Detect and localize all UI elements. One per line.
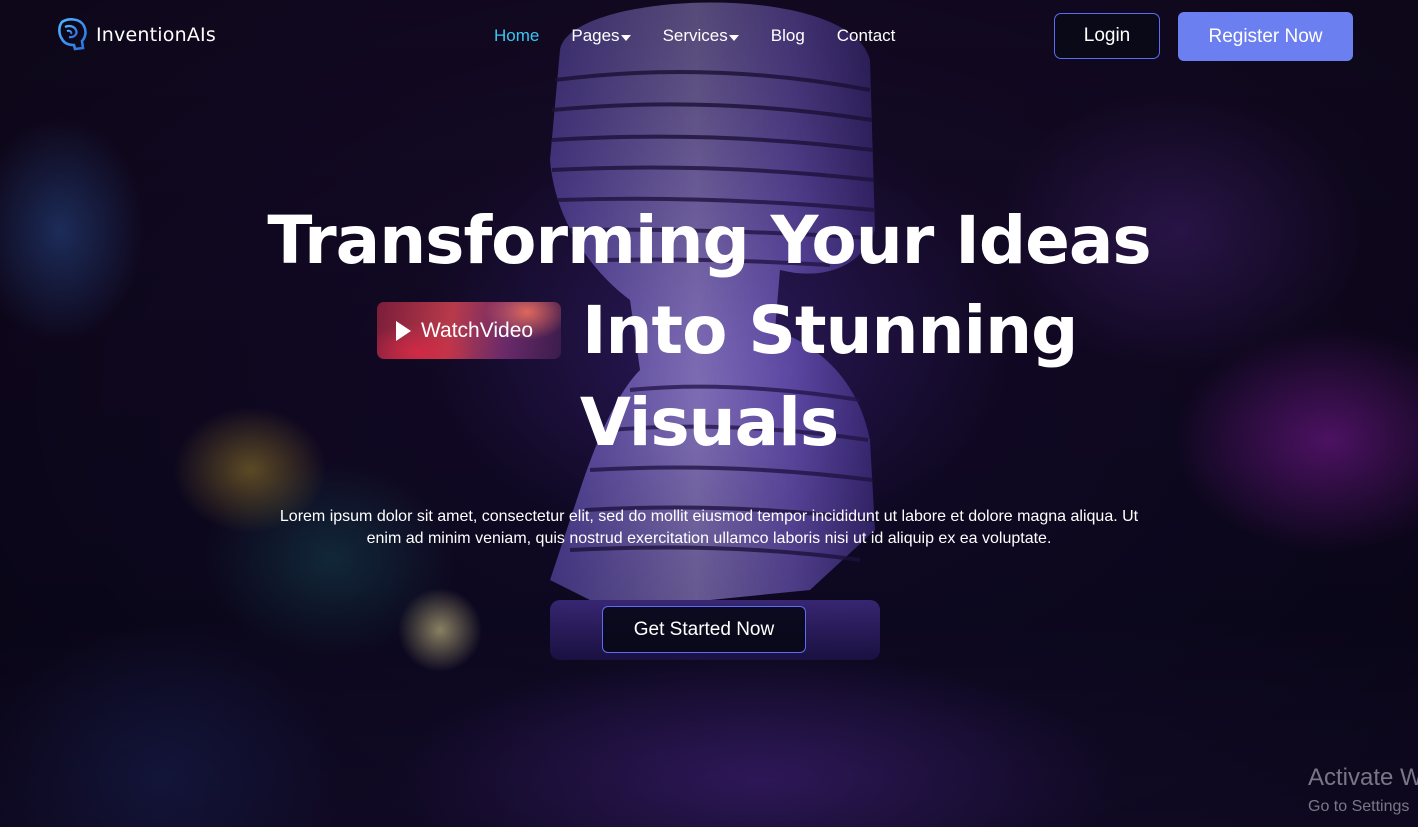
hero-title-line-1: Transforming Your Ideas: [267, 202, 1151, 279]
nav-item-services[interactable]: Services: [663, 26, 739, 46]
watch-video-label: WatchVideo: [421, 318, 534, 342]
play-icon: [396, 320, 411, 341]
hero-title-line-3: Visuals: [579, 384, 839, 461]
watermark-line-2: Go to Settings: [1308, 798, 1410, 815]
register-button[interactable]: Register Now: [1178, 12, 1353, 61]
brand-name: InventionAIs: [96, 24, 216, 46]
nav-item-home[interactable]: Home: [494, 26, 539, 46]
site-header: InventionAIs Home Pages Services Blog Co…: [0, 0, 1418, 74]
nav-item-label: Blog: [770, 26, 805, 45]
watermark-line-1: Activate W: [1308, 764, 1418, 791]
caret-down-icon: [620, 34, 631, 41]
login-button[interactable]: Login: [1054, 13, 1160, 59]
nav-item-blog[interactable]: Blog: [771, 26, 805, 46]
nav-item-label: Home: [494, 26, 540, 45]
nav-item-label: Services: [662, 26, 728, 45]
caret-down-icon: [728, 34, 739, 41]
nav-item-label: Contact: [836, 26, 896, 45]
hero-title-line-2: Into Stunning: [582, 292, 1078, 369]
windows-activation-watermark: Activate W Go to Settings: [1308, 764, 1418, 822]
nav-item-contact[interactable]: Contact: [837, 26, 896, 46]
get-started-button[interactable]: Get Started Now: [602, 606, 806, 653]
landing-page: InventionAIs Home Pages Services Blog Co…: [0, 0, 1418, 827]
watch-video-button[interactable]: WatchVideo: [377, 302, 561, 359]
brand-logo[interactable]: InventionAIs: [56, 18, 216, 52]
nav-item-pages[interactable]: Pages: [571, 26, 631, 46]
hero-description: Lorem ipsum dolor sit amet, consectetur …: [279, 508, 1139, 547]
brain-head-icon: [58, 18, 87, 51]
nav-item-label: Pages: [571, 26, 620, 45]
main-nav: Home Pages Services Blog Contact: [494, 26, 927, 46]
